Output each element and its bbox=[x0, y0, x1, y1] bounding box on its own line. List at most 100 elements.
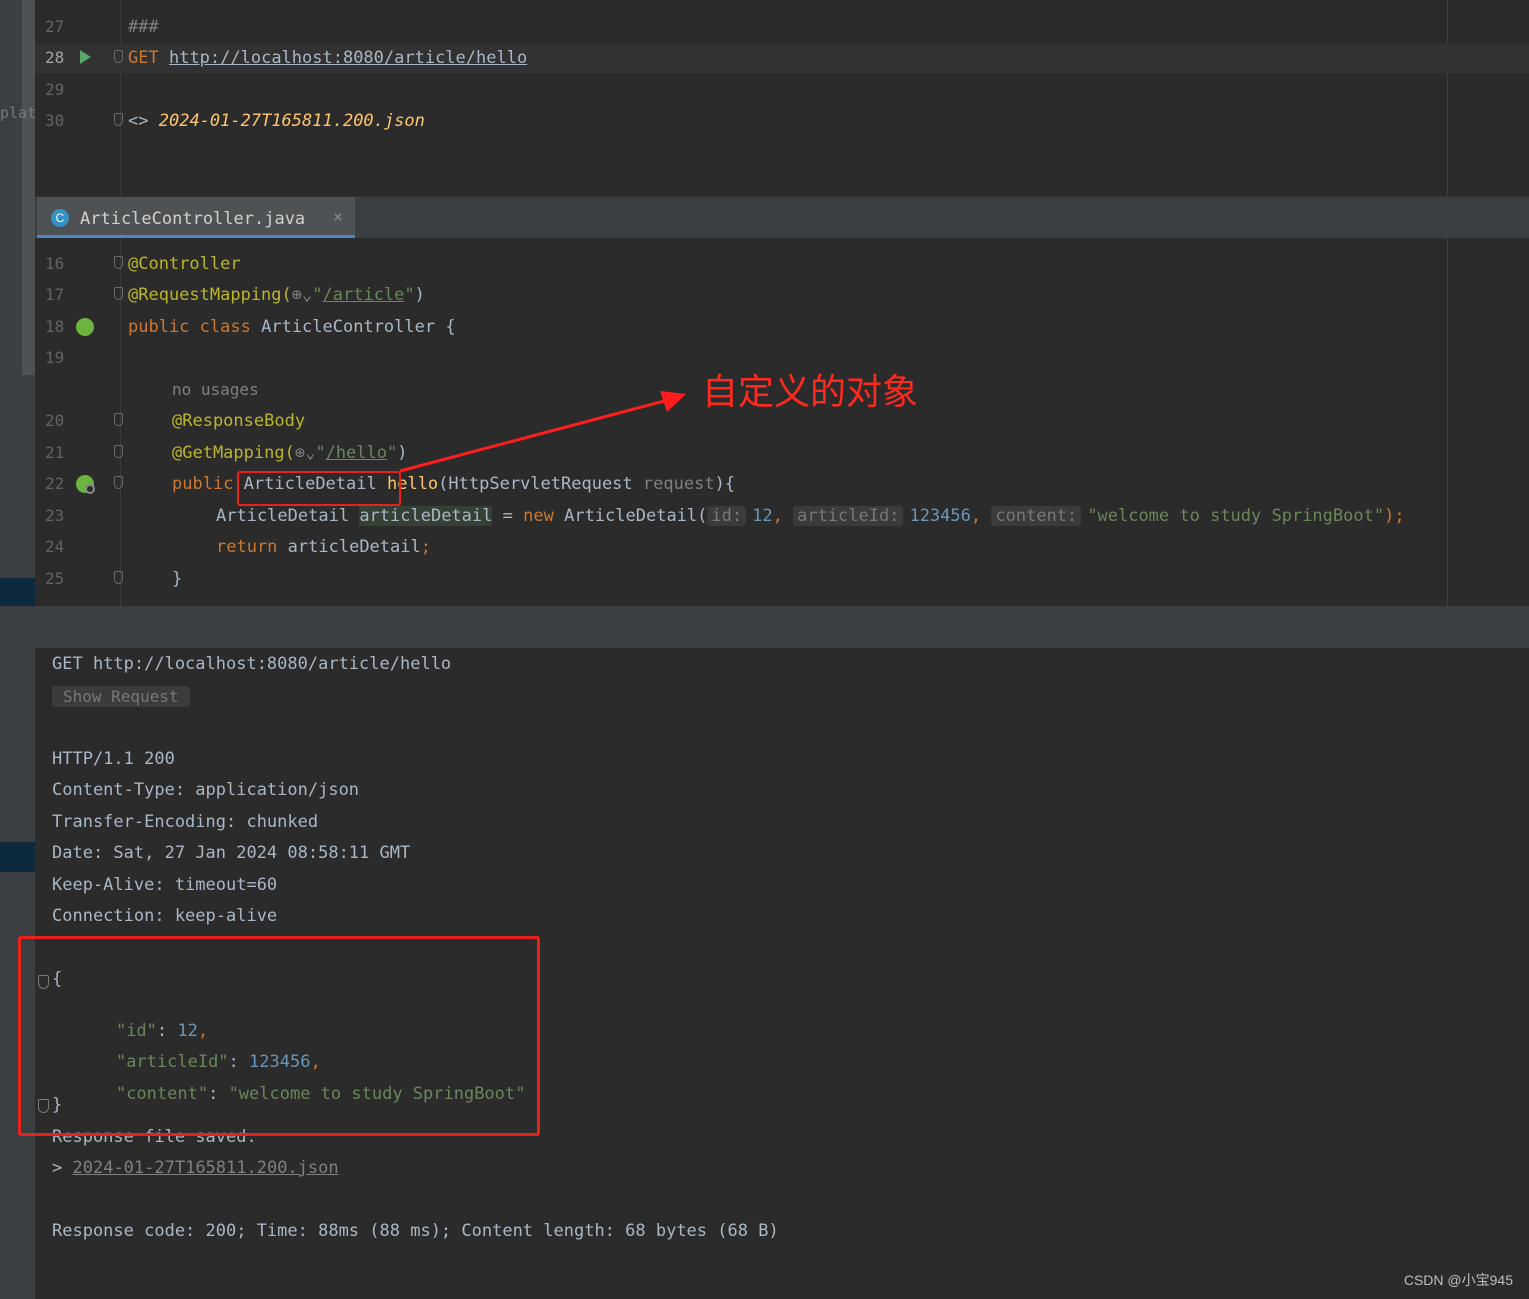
paren: ) bbox=[397, 443, 408, 463]
line-number: 23 bbox=[45, 506, 65, 525]
get-mapping-annotation: @GetMapping( bbox=[172, 443, 295, 463]
selected-tree-row[interactable] bbox=[0, 578, 35, 606]
keyword: new bbox=[523, 506, 554, 526]
code-line[interactable]: 24 return articleDetail; bbox=[35, 532, 1529, 563]
code-line[interactable]: 17 @RequestMapping(⊕⌄"/article") bbox=[35, 280, 1529, 311]
keyword: public bbox=[172, 474, 234, 494]
var-type: ArticleDetail bbox=[216, 506, 350, 526]
fold-marker-icon[interactable] bbox=[114, 50, 123, 63]
quote: " bbox=[312, 285, 323, 305]
comma: , bbox=[970, 506, 982, 526]
brace: } bbox=[172, 569, 183, 589]
highlight-box-return-type bbox=[237, 471, 401, 506]
quote: " bbox=[404, 285, 415, 305]
fold-marker-icon[interactable] bbox=[114, 445, 123, 458]
paren: ) bbox=[414, 285, 425, 305]
response-ref-prefix: <> bbox=[128, 111, 149, 131]
code-line[interactable]: 16 @Controller bbox=[35, 249, 1529, 280]
request-url-link[interactable]: http://localhost:8080/article/hello bbox=[169, 48, 527, 68]
globe-icon[interactable]: ⊕ bbox=[292, 285, 302, 305]
watermark: CSDN @小宝945 bbox=[1403, 1272, 1513, 1288]
line-number: 21 bbox=[45, 443, 65, 462]
fold-marker-icon[interactable] bbox=[114, 256, 123, 269]
fold-marker-icon[interactable] bbox=[114, 413, 123, 426]
code-line[interactable]: 27 ### bbox=[35, 12, 1529, 43]
number-literal: 12 bbox=[752, 506, 773, 526]
fold-marker-icon[interactable] bbox=[114, 571, 123, 584]
param-hint: id: bbox=[707, 506, 747, 526]
close-tab-icon[interactable]: × bbox=[333, 207, 343, 226]
spring-bean-icon[interactable] bbox=[76, 318, 94, 336]
statement-end: ); bbox=[1384, 506, 1405, 526]
fold-marker-icon[interactable] bbox=[114, 287, 123, 300]
class-name: ArticleController bbox=[261, 317, 436, 337]
keyword: return bbox=[216, 537, 278, 557]
no-usages-hint[interactable]: no usages bbox=[172, 380, 259, 399]
line-number: 19 bbox=[45, 348, 65, 367]
line-number: 20 bbox=[45, 411, 65, 430]
code-line-current[interactable]: 28 GET http://localhost:8080/article/hel… bbox=[35, 43, 1529, 74]
tab-article-controller[interactable]: C ArticleController.java × bbox=[37, 197, 355, 239]
brace: { bbox=[445, 317, 456, 337]
string-literal: "welcome to study SpringBoot" bbox=[1087, 506, 1385, 526]
tab-label: ArticleController.java bbox=[80, 209, 306, 229]
truncated-project-label: plat bbox=[0, 104, 37, 122]
paren: ){ bbox=[714, 474, 736, 494]
spring-endpoint-icon[interactable] bbox=[76, 475, 95, 494]
show-request-button[interactable]: Show Request bbox=[52, 686, 190, 707]
response-header: Connection: keep-alive bbox=[52, 906, 278, 926]
request-line: GET http://localhost:8080/article/hello bbox=[52, 654, 452, 674]
project-panel-scrollbar[interactable] bbox=[22, 0, 35, 375]
param-hint: articleId: bbox=[793, 506, 904, 526]
mapping-path-link[interactable]: /hello bbox=[326, 443, 387, 463]
response-header: Keep-Alive: timeout=60 bbox=[52, 875, 278, 895]
selected-tree-row[interactable] bbox=[0, 842, 35, 872]
line-number: 24 bbox=[45, 537, 65, 556]
operator: = bbox=[502, 506, 513, 526]
separator-comment: ### bbox=[128, 17, 159, 37]
controller-annotation: @Controller bbox=[128, 254, 241, 274]
chevron-down-icon[interactable]: ⌄ bbox=[305, 443, 315, 463]
keyword: public bbox=[128, 317, 190, 337]
http-method: GET bbox=[128, 48, 159, 68]
line-number: 30 bbox=[45, 111, 65, 130]
fold-marker-icon[interactable] bbox=[114, 113, 123, 126]
line-number: 25 bbox=[45, 569, 65, 588]
comma: , bbox=[772, 506, 783, 526]
quote: " bbox=[387, 443, 398, 463]
http-request-editor[interactable]: 27 ### 28 GET http://localhost:8080/arti… bbox=[35, 0, 1529, 196]
response-file-ref[interactable]: 2024-01-27T165811.200.json bbox=[159, 111, 425, 131]
line-number: 16 bbox=[45, 254, 65, 273]
tool-window-header bbox=[35, 606, 1529, 648]
code-line[interactable]: 25 } bbox=[35, 564, 1529, 595]
constructor-call: ArticleDetail( bbox=[564, 506, 708, 526]
run-request-icon[interactable] bbox=[80, 50, 91, 64]
java-editor[interactable]: 16 @Controller 17 @RequestMapping(⊕⌄"/ar… bbox=[35, 238, 1529, 606]
fold-marker-icon[interactable] bbox=[114, 476, 123, 489]
editor-tab-bar: C ArticleController.java × bbox=[35, 196, 1529, 239]
mapping-path-link[interactable]: /article bbox=[323, 285, 405, 305]
code-line[interactable]: 30 <> 2024-01-27T165811.200.json bbox=[35, 106, 1529, 137]
line-number: 28 bbox=[45, 48, 65, 67]
saved-file-row: > 2024-01-27T165811.200.json bbox=[52, 1158, 339, 1178]
line-number: 27 bbox=[45, 17, 65, 36]
code-line[interactable]: 29 bbox=[35, 75, 1529, 106]
request-mapping-annotation: @RequestMapping( bbox=[128, 285, 292, 305]
saved-file-link[interactable]: 2024-01-27T165811.200.json bbox=[73, 1158, 339, 1178]
param-type: HttpServletRequest bbox=[448, 474, 633, 494]
globe-icon[interactable]: ⊕ bbox=[295, 443, 305, 463]
code-line[interactable]: 21 @GetMapping(⊕⌄"/hello") bbox=[35, 438, 1529, 469]
line-number: 29 bbox=[45, 80, 65, 99]
semicolon: ; bbox=[420, 537, 431, 557]
code-line[interactable]: 18 public class ArticleController { bbox=[35, 312, 1529, 343]
response-header: Date: Sat, 27 Jan 2024 08:58:11 GMT bbox=[52, 843, 411, 863]
response-body-annotation: @ResponseBody bbox=[172, 411, 306, 431]
response-summary: Response code: 200; Time: 88ms (88 ms); … bbox=[52, 1221, 779, 1241]
number-literal: 123456 bbox=[909, 506, 971, 526]
paren: ( bbox=[438, 474, 449, 494]
response-header: Content-Type: application/json bbox=[52, 780, 360, 800]
highlighted-variable: articleDetail bbox=[359, 506, 493, 526]
response-header: Transfer-Encoding: chunked bbox=[52, 812, 319, 832]
chevron-down-icon[interactable]: ⌄ bbox=[302, 285, 312, 305]
highlight-box-json bbox=[18, 936, 540, 1136]
